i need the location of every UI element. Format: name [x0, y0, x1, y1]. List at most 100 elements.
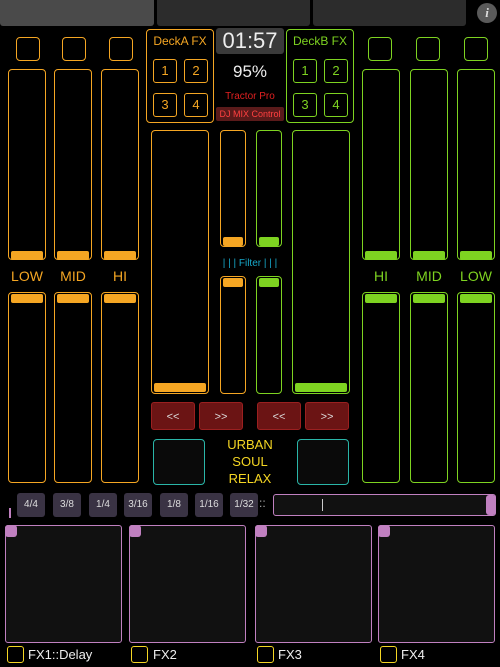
slider-handle[interactable]	[11, 251, 43, 260]
deck-a-hi-eq-slider[interactable]	[101, 69, 139, 260]
deck-a-low-kill-toggle[interactable]	[16, 37, 40, 61]
xy-pad-handle[interactable]	[129, 525, 141, 537]
tab-3[interactable]	[313, 0, 466, 26]
filter-label: | | | Filter | | |	[222, 258, 278, 269]
beat-button-1-8[interactable]: 1/8	[160, 493, 188, 517]
crossfader-slider[interactable]	[273, 494, 496, 516]
beat-button-3-16[interactable]: 3/16	[124, 493, 152, 517]
slider-handle[interactable]	[365, 294, 397, 303]
deck-a-mid-lower-slider[interactable]	[54, 292, 92, 483]
deck-b-hi-label: HI	[374, 268, 388, 284]
fx1-toggle[interactable]	[7, 646, 24, 663]
position-marker	[9, 508, 11, 518]
fx3-toggle[interactable]	[257, 646, 274, 663]
deck-a-seek-back-button[interactable]: <<	[151, 402, 195, 430]
deck-a-seek-forward-button[interactable]: >>	[199, 402, 243, 430]
deck-a-low-eq-slider[interactable]	[8, 69, 46, 260]
genre-line-1: URBAN	[227, 437, 273, 452]
fx2-label: FX2	[153, 647, 177, 662]
slider-handle[interactable]	[57, 294, 89, 303]
genre-label: URBAN SOUL RELAX	[210, 436, 290, 487]
slider-handle[interactable]	[413, 251, 445, 260]
beat-button-3-8[interactable]: 3/8	[53, 493, 81, 517]
deck-a-fx-button-3[interactable]: 3	[153, 93, 177, 117]
deck-b-fx-button-2[interactable]: 2	[324, 59, 348, 83]
tab-1[interactable]	[0, 0, 154, 26]
slider-handle[interactable]	[460, 294, 492, 303]
deck-a-fx-button-4[interactable]: 4	[184, 93, 208, 117]
deck-b-fx-title: DeckB FX	[292, 34, 347, 48]
slider-handle[interactable]	[259, 278, 279, 287]
fx3-label: FX3	[278, 647, 302, 662]
deck-b-mid-lower-slider[interactable]	[410, 292, 448, 483]
slider-handle[interactable]	[57, 251, 89, 260]
deck-a-low-label: LOW	[11, 268, 43, 284]
deck-b-fx-button-3[interactable]: 3	[293, 93, 317, 117]
deck-a-fx-title: DeckA FX	[153, 34, 207, 48]
slider-handle[interactable]	[460, 251, 492, 260]
fx2-toggle[interactable]	[131, 646, 148, 663]
info-icon[interactable]: i	[477, 3, 497, 23]
dj-mix-control-button[interactable]: DJ MIX Control	[216, 107, 284, 121]
deck-a-filter-upper-slider[interactable]	[220, 130, 246, 247]
deck-b-seek-forward-button[interactable]: >>	[305, 402, 349, 430]
fx4-toggle[interactable]	[380, 646, 397, 663]
beat-button-4-4[interactable]: 4/4	[17, 493, 45, 517]
beat-button-1-32[interactable]: 1/32	[230, 493, 258, 517]
deck-b-cue-pad[interactable]	[297, 439, 349, 485]
slider-handle[interactable]	[259, 237, 279, 246]
deck-a-mid-kill-toggle[interactable]	[62, 37, 86, 61]
beat-button-1-16[interactable]: 1/16	[195, 493, 223, 517]
deck-b-low-eq-slider[interactable]	[457, 69, 495, 260]
tab-2[interactable]	[157, 0, 310, 26]
deck-a-cue-pad[interactable]	[153, 439, 205, 485]
deck-b-hi-eq-slider[interactable]	[362, 69, 400, 260]
deck-b-low-kill-toggle[interactable]	[464, 37, 488, 61]
deck-a-volume-fader[interactable]	[151, 130, 209, 394]
slider-handle[interactable]	[223, 237, 243, 246]
deck-b-low-lower-slider[interactable]	[457, 292, 495, 483]
deck-b-filter-lower-slider[interactable]	[256, 276, 282, 394]
fx2-xy-pad[interactable]	[129, 525, 246, 643]
deck-b-mid-eq-slider[interactable]	[410, 69, 448, 260]
deck-b-seek-back-button[interactable]: <<	[257, 402, 301, 430]
deck-b-fx-button-1[interactable]: 1	[293, 59, 317, 83]
deck-a-low-lower-slider[interactable]	[8, 292, 46, 483]
fx1-xy-pad[interactable]	[5, 525, 122, 643]
deck-a-fx-panel: DeckA FX 1 2 3 4	[146, 29, 214, 123]
fx4-label: FX4	[401, 647, 425, 662]
deck-a-mid-eq-slider[interactable]	[54, 69, 92, 260]
deck-b-low-label: LOW	[460, 268, 492, 284]
xy-pad-handle[interactable]	[378, 525, 390, 537]
fx4-xy-pad[interactable]	[378, 525, 495, 643]
slider-handle[interactable]	[365, 251, 397, 260]
crossfader-percent: 95%	[232, 62, 268, 81]
genre-line-2: SOUL	[232, 454, 268, 469]
deck-b-fx-button-4[interactable]: 4	[324, 93, 348, 117]
slider-handle[interactable]	[11, 294, 43, 303]
slider-handle[interactable]	[104, 294, 136, 303]
beat-button-1-4[interactable]: 1/4	[89, 493, 117, 517]
xy-pad-handle[interactable]	[255, 525, 267, 537]
deck-b-volume-fader[interactable]	[292, 130, 350, 394]
deck-b-mid-kill-toggle[interactable]	[416, 37, 440, 61]
slider-handle[interactable]	[413, 294, 445, 303]
deck-a-hi-lower-slider[interactable]	[101, 292, 139, 483]
deck-a-fx-button-1[interactable]: 1	[153, 59, 177, 83]
slider-handle[interactable]	[104, 251, 136, 260]
crossfader-handle[interactable]	[486, 495, 496, 515]
deck-b-fx-panel: DeckB FX 1 2 3 4	[286, 29, 354, 123]
slider-handle[interactable]	[223, 278, 243, 287]
elapsed-time-display: 01:57	[216, 28, 284, 54]
xy-pad-handle[interactable]	[5, 525, 17, 537]
deck-b-mid-label: MID	[416, 268, 442, 284]
deck-b-hi-kill-toggle[interactable]	[368, 37, 392, 61]
fader-handle[interactable]	[154, 383, 206, 392]
deck-b-hi-lower-slider[interactable]	[362, 292, 400, 483]
fader-handle[interactable]	[295, 383, 347, 392]
deck-a-hi-kill-toggle[interactable]	[109, 37, 133, 61]
deck-a-fx-button-2[interactable]: 2	[184, 59, 208, 83]
fx3-xy-pad[interactable]	[255, 525, 372, 643]
deck-a-filter-lower-slider[interactable]	[220, 276, 246, 394]
deck-b-filter-upper-slider[interactable]	[256, 130, 282, 247]
